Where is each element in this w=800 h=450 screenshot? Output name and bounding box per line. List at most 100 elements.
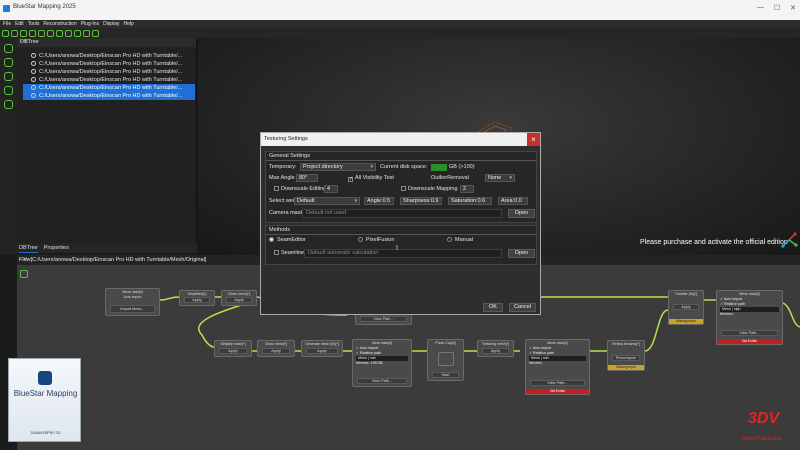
tab-properties[interactable]: Properties — [44, 243, 69, 253]
manual-radio[interactable]: Manual — [447, 237, 473, 243]
toolbar-camera-icon[interactable] — [38, 29, 45, 37]
toolbar-save-icon[interactable] — [11, 29, 18, 37]
angle-weight-spinbox[interactable]: Angle:0.5 — [364, 197, 394, 205]
toolbar-view-icon[interactable] — [92, 29, 99, 37]
zoom-icon[interactable] — [4, 58, 13, 67]
tree-row[interactable]: C:/Users/anowa/Desktop/Einscan Pro HD wi… — [23, 52, 195, 60]
apply-button[interactable]: Apply — [673, 304, 699, 310]
downscale-editing-spinbox[interactable]: 4 — [324, 185, 338, 193]
toolbar-align-icon[interactable] — [65, 29, 72, 37]
toolbar-export-icon[interactable] — [29, 29, 36, 37]
saturation-weight-spinbox[interactable]: Saturation:0.6 — [448, 197, 492, 205]
cloud-icon — [31, 69, 36, 74]
minimize-icon[interactable]: — — [757, 4, 764, 12]
view-path-button[interactable]: View Path... — [360, 316, 407, 322]
import-mesh-button[interactable]: Import Mesh... — [110, 305, 155, 313]
toolbar-measure-icon[interactable] — [74, 29, 81, 37]
flow-node-clean-mesh[interactable]: Clean mesh[*] Apply — [257, 340, 295, 357]
tree-row[interactable]: C:/Users/anowa/Desktop/Einscan Pro HD wi… — [23, 68, 195, 76]
flow-node-mesh-data[interactable]: Mesh data[4] ✓ Auto import ✓ Relative pa… — [716, 290, 783, 345]
max-angle-spinbox[interactable]: 80° — [296, 174, 318, 182]
menu-tools[interactable]: Tools — [28, 20, 40, 28]
pixelfusion-radio[interactable]: PixelFusion — [358, 237, 394, 243]
flow-node-clean-mesh[interactable]: Clean mesh[*] Apply — [221, 290, 257, 306]
tree-row[interactable]: C:/Users/anowa/Desktop/Einscan Pro HD wi… — [23, 76, 195, 84]
flow-node-generate-mesh[interactable]: Generate mesh (M)[*] Apply — [301, 340, 343, 357]
max-angle-label: Max Angle — [269, 175, 295, 181]
flow-node-mesh-data[interactable]: Mesh data[4] ✓ Auto import ✓ Relative pa… — [352, 339, 412, 387]
tree-row-selected[interactable]: C:/Users/anowa/Desktop/Einscan Pro HD wi… — [23, 92, 195, 100]
seameditor-radio[interactable]: SeamEditor — [269, 237, 306, 243]
section-title: General Settings — [269, 153, 310, 159]
downscale-mapping-spinbox[interactable]: 2 — [460, 185, 474, 193]
flow-node-simplified[interactable]: Simplified[1] Apply — [179, 290, 215, 306]
downscale-mapping-checkbox[interactable]: Downscale Mapping — [401, 186, 458, 192]
tab-dbtree[interactable]: DBTree — [19, 243, 38, 253]
gear-icon[interactable] — [4, 100, 13, 109]
apply-button[interactable]: Apply — [219, 348, 247, 354]
temporary-dropdown[interactable]: Project directory ▾ — [300, 163, 376, 171]
menu-edit[interactable]: Edit — [15, 20, 24, 28]
menu-display[interactable]: Display — [103, 20, 119, 28]
view-path-button[interactable]: View Path... — [530, 380, 585, 386]
tree-icon[interactable] — [4, 72, 13, 81]
tree-row-selected[interactable]: C:/Users/anowa/Desktop/Einscan Pro HD wi… — [23, 84, 195, 92]
camera-mask-open-button[interactable]: Open — [508, 209, 535, 218]
dialog-titlebar: Texturing Settings × — [261, 133, 540, 146]
toolbar-open-icon[interactable] — [2, 29, 9, 37]
menu-plugins[interactable]: Plug-Ins — [81, 20, 99, 28]
seamline-checkbox[interactable]: Seamline — [274, 250, 304, 256]
window-titlebar: BlueStar Mapping 2025 — ☐ ✕ — [0, 0, 800, 20]
camera-mask-field[interactable]: Default not used — [302, 209, 502, 218]
toolbar-import-icon[interactable] — [20, 29, 27, 37]
flow-node-transfer[interactable]: Transfer (M)[*] Apply Missing Input — [668, 290, 704, 325]
apply-button[interactable]: Apply — [226, 297, 252, 303]
area-weight-spinbox[interactable]: Area:0.0 — [498, 197, 528, 205]
toolbar-texture-icon[interactable] — [56, 29, 63, 37]
precompute-button[interactable]: Precompute — [612, 355, 640, 361]
ok-button[interactable]: OK — [483, 303, 503, 312]
flow-node-reflow-textures[interactable]: Reflow textures[*] Precompute Missing In… — [607, 340, 645, 371]
seamline-field[interactable]: Default automatic calculation — [304, 249, 502, 258]
all-visibility-checkbox[interactable]: ✓ All Visibility Test — [348, 175, 394, 182]
apply-button[interactable]: Apply — [306, 348, 338, 354]
radio-empty-icon — [358, 237, 363, 242]
close-icon[interactable]: ✕ — [790, 4, 796, 12]
select-weights-dropdown[interactable]: Default ▾ — [294, 197, 360, 205]
close-icon[interactable]: × — [527, 133, 540, 146]
toolbar-settings-icon[interactable] — [83, 29, 90, 37]
cancel-button[interactable]: Cancel — [509, 303, 536, 312]
view-path-button[interactable]: View Path... — [357, 378, 407, 384]
flow-node-texturing-mesh[interactable]: Texturing mesh[*] Apply — [477, 340, 514, 357]
menu-reconstruction[interactable]: Reconstruction — [43, 20, 76, 28]
seamline-open-button[interactable]: Open — [508, 249, 535, 258]
apply-button[interactable]: Apply — [262, 348, 290, 354]
menu-help[interactable]: Help — [123, 20, 133, 28]
apply-button[interactable]: Apply — [482, 348, 509, 354]
tree-row[interactable]: C:/Users/anowa/Desktop/Einscan Pro HD wi… — [23, 60, 195, 68]
checkbox-empty-icon — [401, 186, 406, 191]
sharpness-weight-spinbox[interactable]: Sharpness:0.9 — [400, 197, 442, 205]
app-icon — [3, 5, 10, 12]
chevron-down-icon: ▾ — [509, 175, 512, 181]
flow-node-mesh-data[interactable]: Mesh data[4] Auto import Import Mesh... — [105, 288, 160, 316]
divider — [266, 160, 536, 161]
outlier-removal-dropdown[interactable]: None ▾ — [485, 174, 515, 182]
panel-float-close-icon[interactable]: ▫ ✕ — [20, 38, 193, 45]
maximize-icon[interactable]: ☐ — [774, 4, 780, 12]
start-button[interactable]: Start — [432, 372, 459, 378]
apply-button[interactable]: Apply — [184, 297, 210, 303]
mesh-icon — [31, 93, 36, 98]
flow-node-photo-cap[interactable]: Photo Cap[4] Start — [427, 339, 464, 381]
left-icon-bar — [0, 38, 17, 255]
menu-file[interactable]: File — [3, 20, 11, 28]
view-path-button[interactable]: View Path... — [721, 330, 778, 336]
bluestar-logo-icon — [38, 371, 52, 385]
temporary-label: Temporary: — [269, 164, 297, 170]
flow-node-mesh-data[interactable]: Mesh data[4] ✓ Auto import ✓ Relative pa… — [525, 339, 590, 395]
downscale-editing-checkbox[interactable]: Downscale Editing — [274, 186, 326, 192]
mesh-grid-icon[interactable] — [4, 86, 13, 95]
search-icon[interactable] — [4, 44, 13, 53]
toolbar-mesh-icon[interactable] — [47, 29, 54, 37]
flow-node-simplify-mesh[interactable]: Simplify mesh[*] Apply — [214, 340, 252, 357]
